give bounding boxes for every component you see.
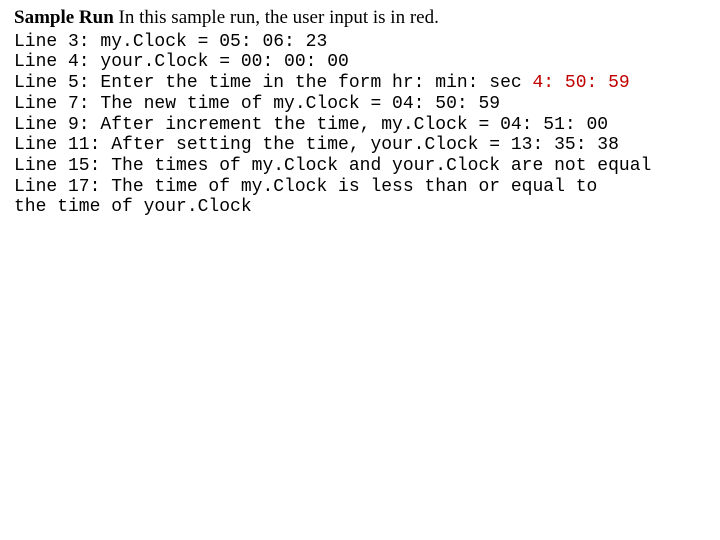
- line-7: Line 7: The new time of my.Clock = 04: 5…: [14, 94, 500, 114]
- line-17b: the time of your.Clock: [14, 197, 252, 217]
- heading-rest: In this sample run, the user input is in…: [114, 7, 439, 28]
- line-17a: Line 17: The time of my.Clock is less th…: [14, 177, 597, 197]
- line-5-prompt: Line 5: Enter the time in the form hr: m…: [14, 73, 532, 93]
- line-11: Line 11: After setting the time, your.Cl…: [14, 135, 619, 155]
- heading: Sample Run In this sample run, the user …: [14, 6, 706, 30]
- line-4: Line 4: your.Clock = 00: 00: 00: [14, 52, 349, 72]
- line-3: Line 3: my.Clock = 05: 06: 23: [14, 32, 327, 52]
- heading-bold: Sample Run: [14, 7, 114, 28]
- line-15: Line 15: The times of my.Clock and your.…: [14, 156, 651, 176]
- line-5-user-input: 4: 50: 59: [532, 73, 629, 93]
- line-9: Line 9: After increment the time, my.Clo…: [14, 115, 608, 135]
- output-block: Line 3: my.Clock = 05: 06: 23 Line 4: yo…: [14, 32, 706, 218]
